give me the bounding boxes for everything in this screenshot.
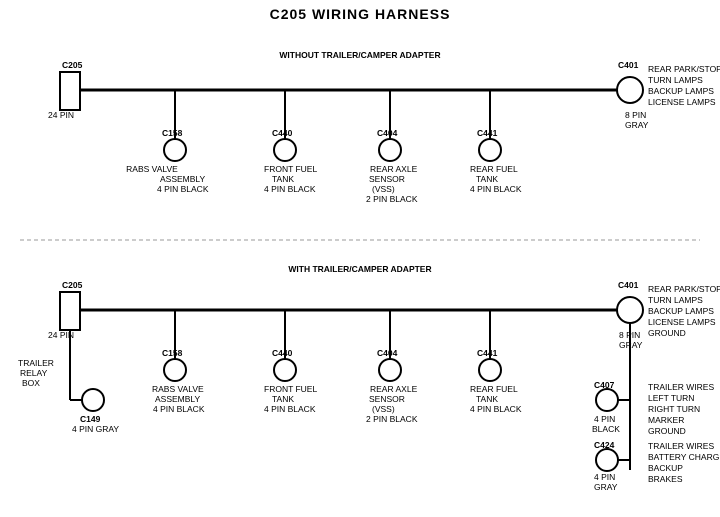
wiring-diagram: WITHOUT TRAILER/CAMPER ADAPTER C205 24 P… — [0, 0, 720, 517]
c158-2-sub1: RABS VALVE — [152, 384, 204, 394]
c407-sublabel1: 4 PIN — [594, 414, 615, 424]
c401-1-right-4: LICENSE LAMPS — [648, 97, 716, 107]
c158-1-sub3: 4 PIN BLACK — [157, 184, 209, 194]
c407-right-4: MARKER — [648, 415, 684, 425]
c404-1-sub3: (VSS) — [372, 184, 395, 194]
c158-1-connector — [164, 139, 186, 161]
c158-2-label: C158 — [162, 348, 183, 358]
c401-2-right-5: GROUND — [648, 328, 686, 338]
c441-1-sub2: TANK — [476, 174, 498, 184]
c424-right-1: TRAILER WIRES — [648, 441, 714, 451]
c158-2-sub2: ASSEMBLY — [155, 394, 201, 404]
c149-sublabel: 4 PIN GRAY — [72, 424, 119, 434]
c401-2-label: C401 — [618, 280, 639, 290]
c440-1-sub1: FRONT FUEL — [264, 164, 317, 174]
c407-right-3: RIGHT TURN — [648, 404, 700, 414]
c441-2-label: C441 — [477, 348, 498, 358]
c424-connector — [596, 449, 618, 471]
c441-1-sub3: 4 PIN BLACK — [470, 184, 522, 194]
c158-1-label: C158 — [162, 128, 183, 138]
c401-2-right-1: REAR PARK/STOP — [648, 284, 720, 294]
c404-2-sub4: 2 PIN BLACK — [366, 414, 418, 424]
c440-2-sub3: 4 PIN BLACK — [264, 404, 316, 414]
c440-1-connector — [274, 139, 296, 161]
c424-sublabel2: GRAY — [594, 482, 618, 492]
c440-2-connector — [274, 359, 296, 381]
c158-2-connector — [164, 359, 186, 381]
c440-2-sub1: FRONT FUEL — [264, 384, 317, 394]
c404-1-label: C404 — [377, 128, 398, 138]
c404-2-sub1: REAR AXLE — [370, 384, 418, 394]
c401-2-right-3: BACKUP LAMPS — [648, 306, 714, 316]
c441-1-connector — [479, 139, 501, 161]
c149-connector — [82, 389, 104, 411]
c441-2-connector — [479, 359, 501, 381]
c407-label: C407 — [594, 380, 615, 390]
section2-label: WITH TRAILER/CAMPER ADAPTER — [288, 264, 431, 274]
c401-1-connector — [617, 77, 643, 103]
diagram-container: C205 WIRING HARNESS WITHOUT TRAILER/CAMP… — [0, 0, 720, 517]
c441-2-sub2: TANK — [476, 394, 498, 404]
c149-label: C149 — [80, 414, 101, 424]
c440-2-label: C440 — [272, 348, 293, 358]
c205-sublabel: 24 PIN — [48, 110, 74, 120]
c407-right-1: TRAILER WIRES — [648, 382, 714, 392]
c205-label: C205 — [62, 60, 83, 70]
c401-2-right-4: LICENSE LAMPS — [648, 317, 716, 327]
c424-right-4: BRAKES — [648, 474, 683, 484]
c440-1-sub2: TANK — [272, 174, 294, 184]
c401-1-sublabel2: GRAY — [625, 120, 649, 130]
c401-2-connector — [617, 297, 643, 323]
c424-right-3: BACKUP — [648, 463, 683, 473]
c404-2-label: C404 — [377, 348, 398, 358]
c404-2-connector — [379, 359, 401, 381]
c440-1-label: C440 — [272, 128, 293, 138]
c158-2-sub3: 4 PIN BLACK — [153, 404, 205, 414]
c407-sublabel2: BLACK — [592, 424, 620, 434]
c404-1-connector — [379, 139, 401, 161]
c205-2-connector — [60, 292, 80, 330]
c424-sublabel1: 4 PIN — [594, 472, 615, 482]
c401-1-right-3: BACKUP LAMPS — [648, 86, 714, 96]
c424-label: C424 — [594, 440, 615, 450]
c404-1-sub2: SENSOR — [369, 174, 405, 184]
c158-1-sub2: ASSEMBLY — [160, 174, 206, 184]
c441-2-sub3: 4 PIN BLACK — [470, 404, 522, 414]
c441-1-sub1: REAR FUEL — [470, 164, 518, 174]
c404-2-sub2: SENSOR — [369, 394, 405, 404]
section1-label: WITHOUT TRAILER/CAMPER ADAPTER — [279, 50, 440, 60]
c404-1-sub4: 2 PIN BLACK — [366, 194, 418, 204]
c401-2-right-2: TURN LAMPS — [648, 295, 703, 305]
c404-2-sub3: (VSS) — [372, 404, 395, 414]
c424-right-2: BATTERY CHARGE — [648, 452, 720, 462]
c440-2-sub2: TANK — [272, 394, 294, 404]
c401-1-right-1: REAR PARK/STOP — [648, 64, 720, 74]
c401-1-sublabel: 8 PIN — [625, 110, 646, 120]
trailer-relay-box-label3: BOX — [22, 378, 40, 388]
c205-2-label: C205 — [62, 280, 83, 290]
c407-right-2: LEFT TURN — [648, 393, 694, 403]
c407-connector — [596, 389, 618, 411]
c158-1-sub1: RABS VALVE — [126, 164, 178, 174]
trailer-relay-box-label: TRAILER — [18, 358, 54, 368]
c441-2-sub1: REAR FUEL — [470, 384, 518, 394]
c401-1-right-2: TURN LAMPS — [648, 75, 703, 85]
c440-1-sub3: 4 PIN BLACK — [264, 184, 316, 194]
c401-1-label: C401 — [618, 60, 639, 70]
c407-right-5: GROUND — [648, 426, 686, 436]
trailer-relay-box-label2: RELAY — [20, 368, 48, 378]
c205-connector — [60, 72, 80, 110]
c404-1-sub1: REAR AXLE — [370, 164, 418, 174]
c441-1-label: C441 — [477, 128, 498, 138]
